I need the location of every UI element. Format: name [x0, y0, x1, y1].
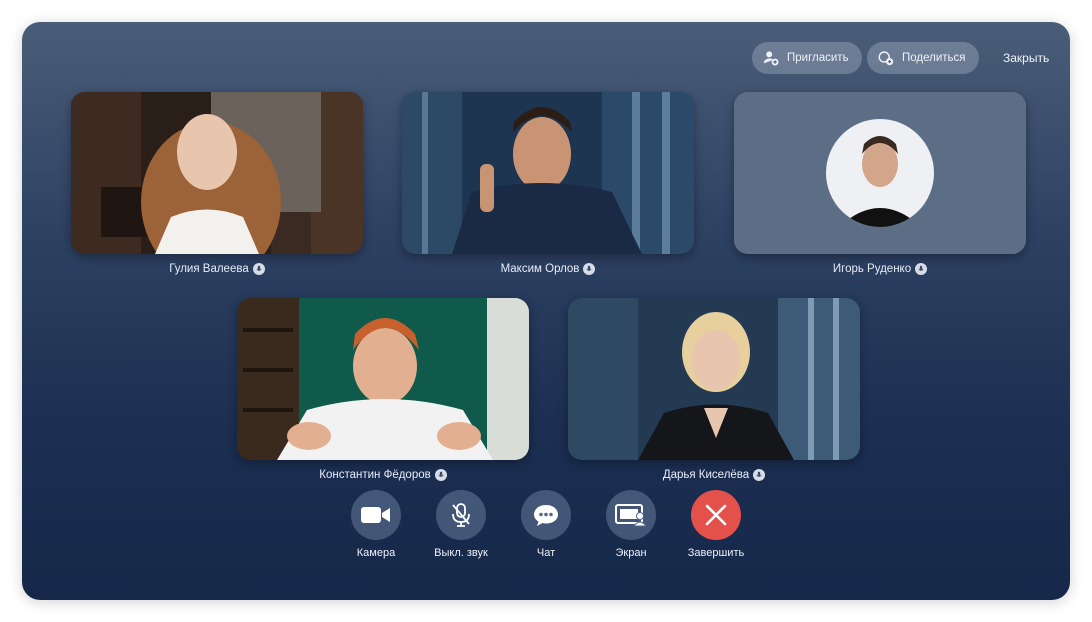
participant-name-row: Игорь Руденко: [734, 263, 1026, 275]
participant-video-image: [402, 92, 694, 254]
end-call-button[interactable]: [691, 490, 741, 540]
mute-button[interactable]: [436, 490, 486, 540]
participant-video-4[interactable]: [237, 298, 529, 460]
participant-video-image: [71, 92, 363, 254]
participant-video-2[interactable]: [402, 92, 694, 254]
add-user-icon: [763, 51, 779, 66]
camera-button[interactable]: [351, 490, 401, 540]
share-button[interactable]: Поделиться: [867, 42, 979, 74]
chat-icon: [534, 505, 558, 526]
participant-video-3[interactable]: [734, 92, 1026, 254]
camera-control: Камера: [336, 490, 416, 559]
mic-icon: [583, 263, 596, 275]
participant-name: Игорь Руденко: [832, 263, 912, 275]
end-call-control: Завершить: [676, 490, 756, 559]
participant-name-row: Гулия Валеева: [71, 263, 363, 275]
mic-icon: [252, 263, 265, 275]
participant-name: Константин Фёдоров: [319, 469, 431, 481]
participant-name: Гулия Валеева: [169, 263, 249, 275]
participant-name: Максим Орлов: [500, 263, 580, 275]
screen-label: Экран: [615, 547, 647, 559]
end-call-icon: [705, 504, 727, 526]
participant-video-image: [237, 298, 529, 460]
chat-control: Чат: [506, 490, 586, 559]
close-link[interactable]: Закрыть: [1003, 51, 1049, 65]
share-link-icon: [878, 51, 894, 66]
participant-video-image: [568, 298, 860, 460]
end-call-label: Завершить: [687, 547, 745, 559]
screen-control: Экран: [591, 490, 671, 559]
participant-name-row: Дарья Киселёва: [568, 469, 860, 481]
chat-label: Чат: [536, 547, 556, 559]
screen-share-button[interactable]: [606, 490, 656, 540]
video-call-window: Пригласить Поделиться Закрыть Гулия Вале…: [22, 22, 1070, 600]
chat-button[interactable]: [521, 490, 571, 540]
participant-name-row: Максим Орлов: [402, 263, 694, 275]
participant-video-5[interactable]: [568, 298, 860, 460]
camera-label: Камера: [356, 547, 396, 559]
mute-label: Выкл. звук: [434, 547, 488, 559]
mic-icon: [915, 263, 928, 275]
mic-icon: [434, 469, 447, 481]
invite-label: Пригласить: [787, 52, 849, 64]
participant-name: Дарья Киселёва: [662, 469, 750, 481]
participant-video-1[interactable]: [71, 92, 363, 254]
invite-button[interactable]: Пригласить: [752, 42, 862, 74]
mute-control: Выкл. звук: [421, 490, 501, 559]
share-label: Поделиться: [902, 52, 966, 64]
participant-name-row: Константин Фёдоров: [237, 469, 529, 481]
mic-icon: [753, 469, 766, 481]
camera-icon: [361, 507, 390, 523]
screen-share-icon: [615, 504, 647, 527]
participant-avatar: [734, 92, 1026, 254]
mic-off-icon: [452, 503, 470, 527]
